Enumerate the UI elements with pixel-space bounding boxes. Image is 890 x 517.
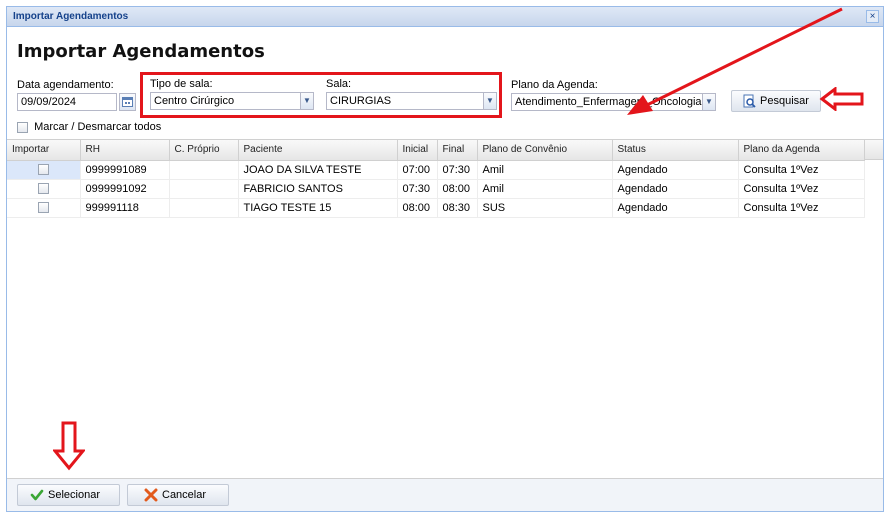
table-row[interactable]: 999991118 TIAGO TESTE 15 08:00 08:30 SUS…: [7, 198, 865, 218]
rh-cell: 0999991092: [80, 179, 170, 199]
check-icon: [30, 489, 44, 501]
column-header[interactable]: Plano da Agenda: [738, 140, 865, 161]
column-header[interactable]: Status: [612, 140, 739, 161]
grid-header-filler: [864, 140, 883, 160]
proprio-cell: [169, 198, 239, 218]
date-field[interactable]: 09/09/2024: [17, 93, 117, 111]
end-time-cell: 07:30: [437, 160, 478, 180]
schedule-plan-cell: Consulta 1ºVez: [738, 179, 865, 199]
column-header[interactable]: RH: [80, 140, 170, 161]
insurance-cell: SUS: [477, 198, 613, 218]
schedule-plan-label: Plano da Agenda:: [511, 79, 598, 91]
appointments-grid: Importar RH C. Próprio Paciente Inicial …: [7, 139, 883, 479]
column-header[interactable]: Final: [437, 140, 478, 161]
room-type-label: Tipo de sala:: [150, 78, 213, 90]
column-header[interactable]: Plano de Convênio: [477, 140, 613, 161]
select-button-label: Selecionar: [48, 489, 100, 501]
column-header[interactable]: Inicial: [397, 140, 438, 161]
calendar-button[interactable]: [119, 93, 136, 111]
end-time-cell: 08:00: [437, 179, 478, 199]
window-title: Importar Agendamentos: [13, 11, 129, 22]
red-arrow-icon: [53, 421, 85, 471]
page-title: Importar Agendamentos: [17, 41, 265, 62]
room-type-dropdown-button[interactable]: ▼: [300, 92, 314, 110]
patient-cell: TIAGO TESTE 15: [238, 198, 398, 218]
column-header[interactable]: Paciente: [238, 140, 398, 161]
import-cell[interactable]: [7, 179, 81, 199]
insurance-cell: Amil: [477, 179, 613, 199]
proprio-cell: [169, 179, 239, 199]
status-cell: Agendado: [612, 179, 739, 199]
date-label: Data agendamento:: [17, 79, 114, 91]
start-time-cell: 08:00: [397, 198, 438, 218]
import-checkbox[interactable]: [37, 183, 49, 195]
rh-cell: 0999991089: [80, 160, 170, 180]
cancel-icon: [144, 488, 158, 502]
schedule-plan-cell: Consulta 1ºVez: [738, 198, 865, 218]
calendar-icon: [122, 97, 133, 107]
table-row[interactable]: 0999991089 JOAO DA SILVA TESTE 07:00 07:…: [7, 160, 865, 180]
import-checkbox[interactable]: [37, 164, 49, 176]
schedule-plan-cell: Consulta 1ºVez: [738, 160, 865, 180]
close-button[interactable]: ×: [866, 10, 879, 23]
column-header[interactable]: C. Próprio: [169, 140, 239, 161]
column-header[interactable]: Importar: [7, 140, 81, 161]
table-header-row: Importar RH C. Próprio Paciente Inicial …: [7, 140, 865, 161]
room-dropdown-button[interactable]: ▼: [483, 92, 497, 110]
appointments-table: Importar RH C. Próprio Paciente Inicial …: [7, 140, 865, 218]
select-button[interactable]: Selecionar: [17, 484, 120, 506]
cancel-button[interactable]: Cancelar: [127, 484, 229, 506]
import-cell[interactable]: [7, 198, 81, 218]
select-all-toggle[interactable]: Marcar / Desmarcar todos: [17, 121, 161, 133]
import-checkbox[interactable]: [37, 202, 49, 214]
patient-cell: JOAO DA SILVA TESTE: [238, 160, 398, 180]
start-time-cell: 07:00: [397, 160, 438, 180]
select-all-checkbox[interactable]: [17, 121, 28, 133]
table-row[interactable]: 0999991092 FABRICIO SANTOS 07:30 08:00 A…: [7, 179, 865, 199]
proprio-cell: [169, 160, 239, 180]
rh-cell: 999991118: [80, 198, 170, 218]
status-cell: Agendado: [612, 160, 739, 180]
import-dialog: Importar Agendamentos × Importar Agendam…: [6, 6, 884, 512]
dialog-footer: Selecionar Cancelar: [7, 479, 883, 511]
import-cell[interactable]: [7, 160, 81, 180]
chevron-down-icon: ▼: [303, 96, 311, 105]
select-all-label: Marcar / Desmarcar todos: [34, 121, 162, 133]
room-label: Sala:: [326, 78, 352, 90]
start-time-cell: 07:30: [397, 179, 438, 199]
room-select[interactable]: CIRURGIAS: [326, 92, 484, 110]
chevron-down-icon: ▼: [486, 96, 494, 105]
status-cell: Agendado: [612, 198, 739, 218]
red-arrow-icon: [627, 7, 843, 115]
cancel-button-label: Cancelar: [162, 489, 207, 501]
patient-cell: FABRICIO SANTOS: [238, 179, 398, 199]
insurance-cell: Amil: [477, 160, 613, 180]
room-type-select[interactable]: Centro Cirúrgico: [150, 92, 302, 110]
end-time-cell: 08:30: [437, 198, 478, 218]
